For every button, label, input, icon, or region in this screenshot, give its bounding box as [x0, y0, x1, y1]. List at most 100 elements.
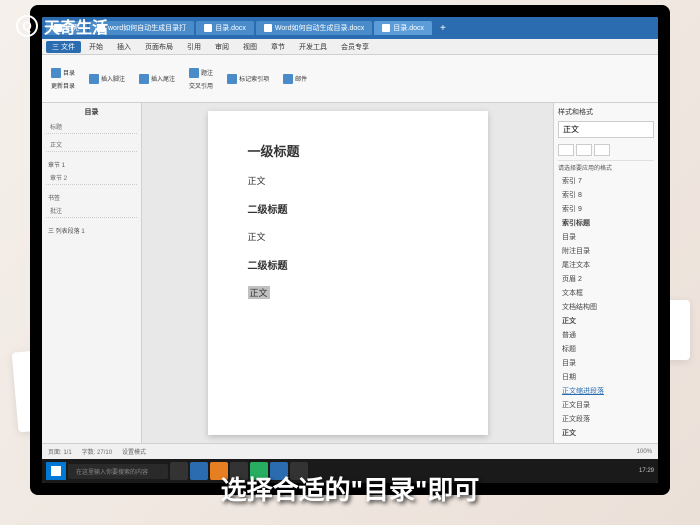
task-icon[interactable] — [190, 462, 208, 480]
style-item[interactable]: 目录 — [558, 356, 654, 370]
nav-footer[interactable]: 三 列表段落 1 — [46, 224, 137, 237]
ribbon-group: 标记索引项 — [224, 73, 272, 85]
tab-2[interactable]: 目录.docx — [196, 21, 254, 35]
mode-indicator[interactable]: 设置模式 — [122, 447, 146, 456]
style-item[interactable]: 索引 9 — [558, 202, 654, 216]
endnote-button[interactable]: 插入尾注 — [136, 73, 178, 85]
zoom-level[interactable]: 100% — [637, 449, 652, 455]
style-box[interactable] — [576, 144, 592, 156]
menu-item[interactable]: 审阅 — [209, 41, 235, 53]
word-count[interactable]: 字数: 27/10 — [82, 447, 112, 456]
styles-panel: 样式和格式 正文 请选择要应用的格式 索引 7 索引 8 索引 9 索引标题 目… — [553, 103, 658, 443]
styles-title: 样式和格式 — [558, 107, 654, 117]
mail-button[interactable]: 邮件 — [280, 73, 310, 85]
index-icon — [227, 74, 237, 84]
style-item[interactable]: 索引 8 — [558, 188, 654, 202]
menu-item[interactable]: 会员专享 — [335, 41, 375, 53]
styles-section-label: 请选择要应用的格式 — [558, 160, 654, 174]
footnote-button[interactable]: 插入脚注 — [86, 73, 128, 85]
toc-button[interactable]: 目录 — [48, 67, 78, 79]
new-tab-button[interactable]: + — [434, 23, 452, 34]
style-item[interactable]: 日期 — [558, 370, 654, 384]
style-item[interactable]: 普通 — [558, 328, 654, 342]
menu-item[interactable]: 视图 — [237, 41, 263, 53]
style-item[interactable]: 正文 — [558, 426, 654, 440]
main-area: 目录 标题 正文 章节 1 章节 2 书签 批注 三 列表段落 1 一级标题 正… — [42, 103, 658, 443]
style-item[interactable]: 尾注文本 — [558, 258, 654, 272]
crossref-button[interactable]: 交叉引用 — [186, 80, 216, 91]
ribbon-group: 插入脚注 — [86, 73, 128, 85]
document-page[interactable]: 一级标题 正文 二级标题 正文 二级标题 正文 — [208, 111, 488, 435]
endnote-icon — [139, 74, 149, 84]
style-item[interactable]: 标题 — [558, 342, 654, 356]
style-item[interactable]: 正文 — [558, 314, 654, 328]
nav-item[interactable]: 章节 2 — [46, 171, 137, 185]
style-preview-row — [558, 144, 654, 156]
doc-icon — [382, 24, 390, 32]
tab-3[interactable]: Word如何自动生成目录.docx — [256, 21, 372, 35]
style-item[interactable]: 文档结构图 — [558, 300, 654, 314]
menu-item[interactable]: 开始 — [83, 41, 109, 53]
toc-icon — [51, 68, 61, 78]
menu-item[interactable]: 开发工具 — [293, 41, 333, 53]
menu-file[interactable]: 三 文件 — [46, 41, 81, 53]
menu-item[interactable]: 引用 — [181, 41, 207, 53]
menu-item[interactable]: 章节 — [265, 41, 291, 53]
style-item[interactable]: 附注目录 — [558, 244, 654, 258]
heading-2[interactable]: 二级标题 — [248, 257, 448, 272]
current-style-select[interactable]: 正文 — [558, 121, 654, 138]
tab-bar: 稻壳 word如何自动生成目录打 目录.docx Word如何自动生成目录.do… — [42, 17, 658, 39]
taskbar-search[interactable]: 在这里输入你要搜索的内容 — [68, 464, 168, 479]
style-item[interactable]: 索引标题 — [558, 216, 654, 230]
style-item[interactable]: 文本框 — [558, 286, 654, 300]
ribbon: 目录 更新目录 插入脚注 插入尾注 题注 交叉引用 标记索引项 邮件 — [42, 55, 658, 103]
doc-icon — [204, 24, 212, 32]
heading-1[interactable]: 一级标题 — [248, 141, 448, 160]
style-item[interactable]: 页眉 2 — [558, 272, 654, 286]
screen: 稻壳 word如何自动生成目录打 目录.docx Word如何自动生成目录.do… — [42, 17, 658, 483]
nav-section[interactable]: 书签 — [46, 191, 137, 204]
monitor-frame: 稻壳 word如何自动生成目录打 目录.docx Word如何自动生成目录.do… — [30, 5, 670, 495]
style-item[interactable]: 目录 — [558, 230, 654, 244]
heading-2[interactable]: 二级标题 — [248, 201, 448, 216]
document-area[interactable]: 一级标题 正文 二级标题 正文 二级标题 正文 — [142, 103, 553, 443]
task-icon[interactable] — [170, 462, 188, 480]
nav-title: 目录 — [46, 107, 137, 117]
navigation-panel: 目录 标题 正文 章节 1 章节 2 书签 批注 三 列表段落 1 — [42, 103, 142, 443]
body-text[interactable]: 正文 — [248, 174, 448, 187]
ribbon-group: 插入尾注 — [136, 73, 178, 85]
style-box[interactable] — [594, 144, 610, 156]
menu-bar: 三 文件 开始 插入 页面布局 引用 审阅 视图 章节 开发工具 会员专享 — [42, 39, 658, 55]
footnote-icon — [89, 74, 99, 84]
ribbon-group: 邮件 — [280, 73, 310, 85]
mail-icon — [283, 74, 293, 84]
start-button[interactable] — [46, 462, 66, 480]
tab-4[interactable]: 目录.docx — [374, 21, 432, 35]
windows-icon — [51, 466, 61, 476]
body-text[interactable]: 正文 — [248, 230, 448, 243]
nav-item[interactable]: 正文 — [46, 138, 137, 152]
style-item[interactable]: 正文目录 — [558, 398, 654, 412]
menu-item[interactable]: 插入 — [111, 41, 137, 53]
watermark: Q 天奇生活 — [16, 14, 108, 38]
index-button[interactable]: 标记索引项 — [224, 73, 272, 85]
menu-item[interactable]: 页面布局 — [139, 41, 179, 53]
nav-section[interactable]: 章节 1 — [46, 158, 137, 171]
style-box[interactable] — [558, 144, 574, 156]
nav-item[interactable]: 标题 — [46, 120, 137, 134]
page-indicator[interactable]: 页面: 1/1 — [48, 447, 72, 456]
nav-item[interactable]: 批注 — [46, 204, 137, 218]
style-item[interactable]: 索引 7 — [558, 174, 654, 188]
system-tray[interactable]: 17:29 — [639, 468, 654, 474]
ribbon-group: 目录 更新目录 — [48, 67, 78, 91]
body-text[interactable]: 正文 — [248, 286, 448, 299]
caption-button[interactable]: 题注 — [186, 67, 216, 79]
style-item[interactable]: 正文段落 — [558, 412, 654, 426]
ribbon-group: 题注 交叉引用 — [186, 67, 216, 91]
doc-icon — [264, 24, 272, 32]
watermark-icon: Q — [16, 15, 38, 37]
caption-icon — [189, 68, 199, 78]
style-item[interactable]: 正文缩进段落 — [558, 384, 654, 398]
update-toc-button[interactable]: 更新目录 — [48, 80, 78, 91]
selected-text[interactable]: 正文 — [248, 286, 270, 299]
